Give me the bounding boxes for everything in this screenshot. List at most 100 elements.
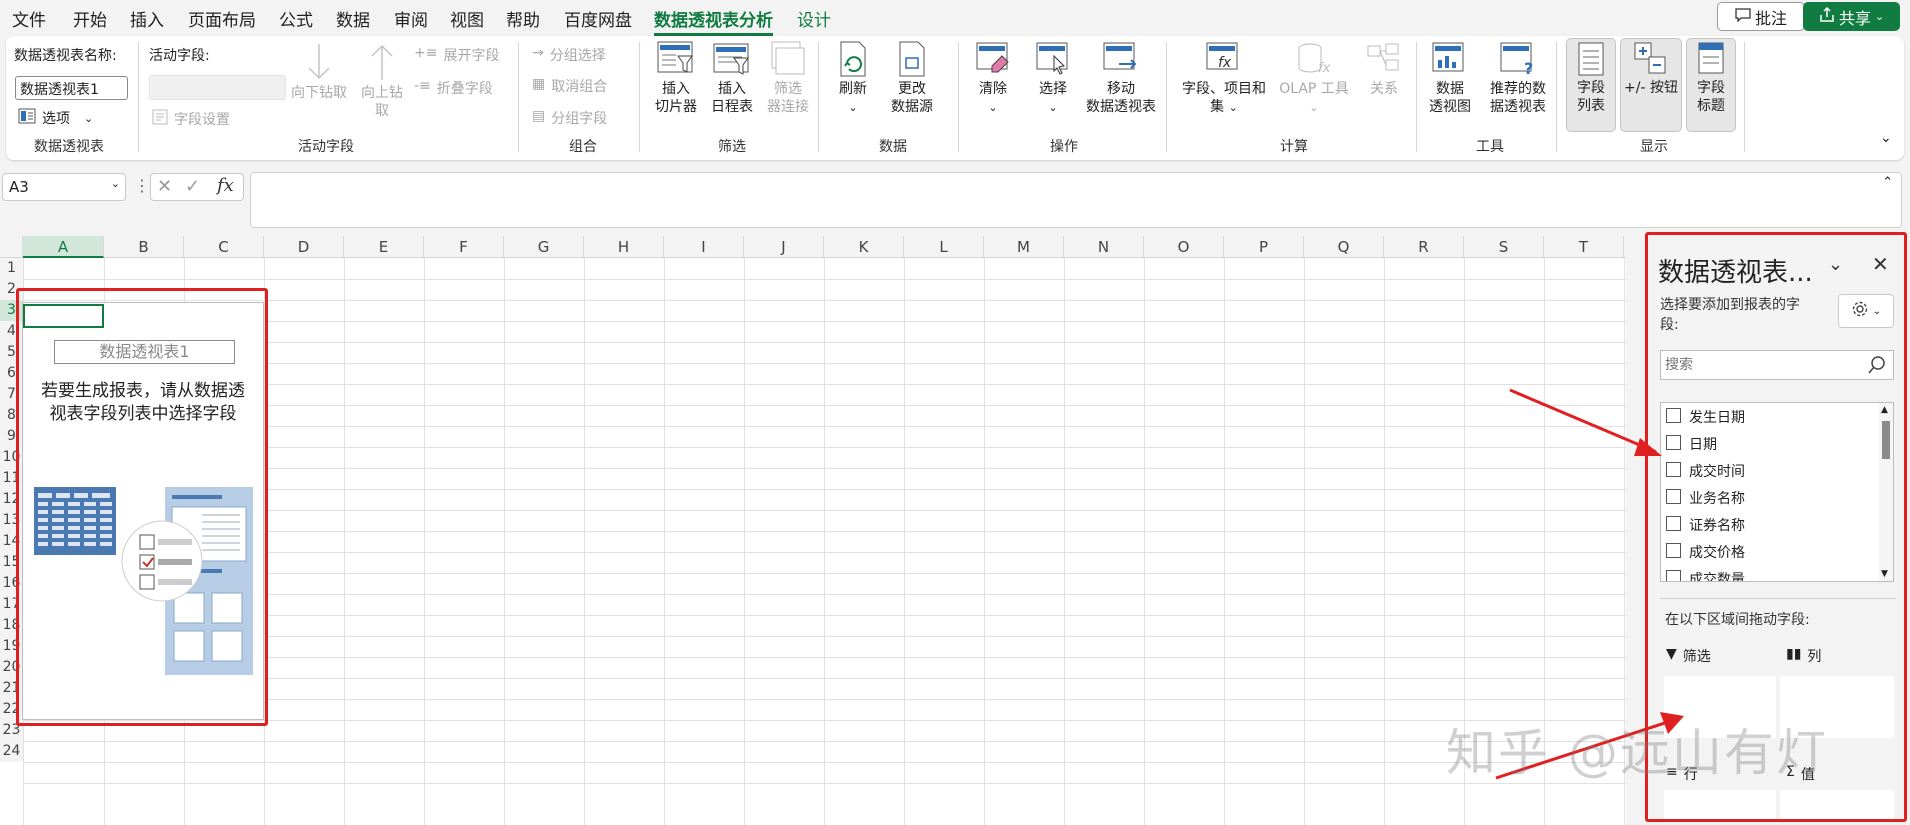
insert-function-button[interactable]: fx	[217, 175, 234, 196]
recommended-pivot-label-1: 推荐的数	[1490, 81, 1546, 97]
menu-help[interactable]: 帮助	[506, 6, 540, 31]
column-header-d[interactable]: D	[264, 236, 344, 258]
column-header-n[interactable]: N	[1064, 236, 1144, 258]
share-button[interactable]: 共享 ⌄	[1803, 2, 1900, 31]
active-field-input[interactable]	[149, 75, 286, 100]
data-source-icon	[880, 40, 944, 78]
olap-tools-button[interactable]: fx OLAP 工具 ⌄	[1274, 40, 1354, 117]
more-icon[interactable]: ⋮	[134, 176, 150, 195]
select-button[interactable]: 选择 ⌄	[1030, 40, 1076, 117]
recommended-pivot-button[interactable]: ? 推荐的数 据透视表	[1482, 40, 1554, 116]
field-list-label-1: 字段	[1577, 80, 1605, 96]
field-settings-button[interactable]: 字段设置	[152, 109, 230, 129]
drill-down-button[interactable]: 向下钻取	[289, 42, 349, 102]
change-data-source-button[interactable]: 更改 数据源	[880, 40, 944, 116]
column-header-a[interactable]: A	[23, 236, 104, 258]
options-button[interactable]: 选项 ⌄	[18, 108, 93, 128]
column-header-j[interactable]: J	[744, 236, 824, 258]
expand-field-button[interactable]: +≡ 展开字段	[414, 45, 499, 65]
column-header-k[interactable]: K	[824, 236, 904, 258]
fields-items-sets-button[interactable]: fx 字段、项目和 集 ⌄	[1176, 40, 1272, 117]
formula-input[interactable]: ⌃	[250, 172, 1902, 228]
calendar-icon: ▤	[532, 108, 546, 124]
gridline	[23, 279, 1626, 280]
group-selection-label: 分组选择	[549, 48, 606, 64]
clear-button[interactable]: 清除 ⌄	[970, 40, 1016, 117]
column-header-o[interactable]: O	[1144, 236, 1224, 258]
drill-down-label: 向下钻取	[291, 85, 347, 101]
chevron-down-icon: ⌄	[1228, 101, 1238, 114]
pivot-name-input[interactable]: 数据透视表1	[15, 76, 128, 100]
menu-pivot-analyze[interactable]: 数据透视表分析	[654, 6, 773, 36]
menu-data[interactable]: 数据	[336, 6, 370, 31]
row-header[interactable]: 24	[0, 741, 23, 762]
group-field-button[interactable]: ▤ 分组字段	[532, 108, 607, 128]
ungroup-button[interactable]: ▦ 取消组合	[532, 76, 607, 96]
relationships-button[interactable]: 关系	[1356, 40, 1412, 98]
insert-timeline-button[interactable]: 插入 日程表	[706, 40, 758, 116]
gridline	[1064, 258, 1065, 825]
pivot-chart-button[interactable]: 数据 透视图	[1426, 40, 1474, 116]
menu-file[interactable]: 文件	[12, 6, 46, 31]
group-label-actions: 操作	[1050, 139, 1078, 155]
field-settings-icon	[152, 109, 168, 129]
fields-items-label-2: 集	[1210, 99, 1225, 115]
menu-view[interactable]: 视图	[450, 6, 484, 31]
column-header-g[interactable]: G	[504, 236, 584, 258]
move-pivot-button[interactable]: 移动 数据透视表	[1078, 40, 1164, 116]
menu-design[interactable]: 设计	[797, 6, 831, 31]
select-label: 选择	[1039, 81, 1067, 97]
menu-home[interactable]: 开始	[73, 6, 107, 31]
row-header[interactable]: 1	[0, 258, 23, 279]
menu-review[interactable]: 审阅	[394, 6, 428, 31]
column-header-s[interactable]: S	[1464, 236, 1544, 258]
arrow-down-icon	[289, 42, 349, 82]
group-selection-button[interactable]: → 分组选择	[532, 45, 606, 65]
column-header-q[interactable]: Q	[1304, 236, 1384, 258]
column-headers: A B C D E F G H I J K L M N O P Q R S T	[0, 236, 1626, 258]
drill-up-button[interactable]: 向上钻 取	[354, 42, 410, 120]
column-header-h[interactable]: H	[584, 236, 664, 258]
menu-page-layout[interactable]: 页面布局	[188, 6, 256, 31]
gridline	[1144, 258, 1145, 825]
name-box[interactable]: A3 ⌄	[2, 173, 126, 201]
plus-minus-buttons-toggle[interactable]: +/- 按钮	[1620, 38, 1682, 132]
column-header-b[interactable]: B	[104, 236, 184, 258]
group-label-data: 数据	[879, 139, 907, 155]
field-headers-toggle[interactable]: 字段 标题	[1686, 38, 1736, 132]
comment-button[interactable]: 批注	[1717, 2, 1805, 31]
pivot-chart-label-2: 透视图	[1429, 99, 1471, 115]
field-settings-label: 字段设置	[174, 112, 230, 128]
relationships-icon	[1356, 40, 1412, 78]
column-header-p[interactable]: P	[1224, 236, 1304, 258]
menu-insert[interactable]: 插入	[130, 6, 164, 31]
ribbon: 数据透视表名称: 数据透视表1 选项 ⌄ 数据透视表 活动字段: 字段设置 向下…	[6, 36, 1904, 160]
drill-up-label-1: 向上钻	[361, 85, 403, 101]
highlight-box-pivot	[16, 288, 268, 726]
column-header-t[interactable]: T	[1544, 236, 1624, 258]
column-header-r[interactable]: R	[1384, 236, 1464, 258]
ribbon-collapse-icon[interactable]: ⌄	[1880, 130, 1892, 146]
insert-slicer-button[interactable]: 插入 切片器	[650, 40, 702, 116]
column-header-m[interactable]: M	[984, 236, 1064, 258]
confirm-icon[interactable]: ✓	[185, 176, 200, 197]
group-label-tools: 工具	[1476, 139, 1504, 155]
menu-formulas[interactable]: 公式	[279, 6, 313, 31]
olap-label: OLAP 工具	[1279, 81, 1349, 97]
menu-baidu-netdisk[interactable]: 百度网盘	[564, 6, 632, 31]
cancel-icon[interactable]: ✕	[157, 176, 172, 197]
refresh-button[interactable]: 刷新 ⌄	[830, 40, 876, 117]
column-header-i[interactable]: I	[664, 236, 744, 258]
collapse-field-button[interactable]: -≡ 折叠字段	[414, 78, 493, 98]
field-list-toggle[interactable]: 字段 列表	[1566, 38, 1616, 132]
chevron-down-icon: ⌄	[1874, 10, 1885, 23]
chevron-up-icon[interactable]: ⌃	[1882, 175, 1893, 190]
field-headers-icon	[1687, 41, 1735, 77]
column-header-c[interactable]: C	[184, 236, 264, 258]
column-header-e[interactable]: E	[344, 236, 424, 258]
filter-connections-button[interactable]: 筛选 器连接	[762, 40, 814, 116]
ungroup-icon: ▦	[532, 76, 546, 92]
column-header-l[interactable]: L	[904, 236, 984, 258]
column-header-f[interactable]: F	[424, 236, 504, 258]
select-all-corner[interactable]	[0, 236, 23, 258]
